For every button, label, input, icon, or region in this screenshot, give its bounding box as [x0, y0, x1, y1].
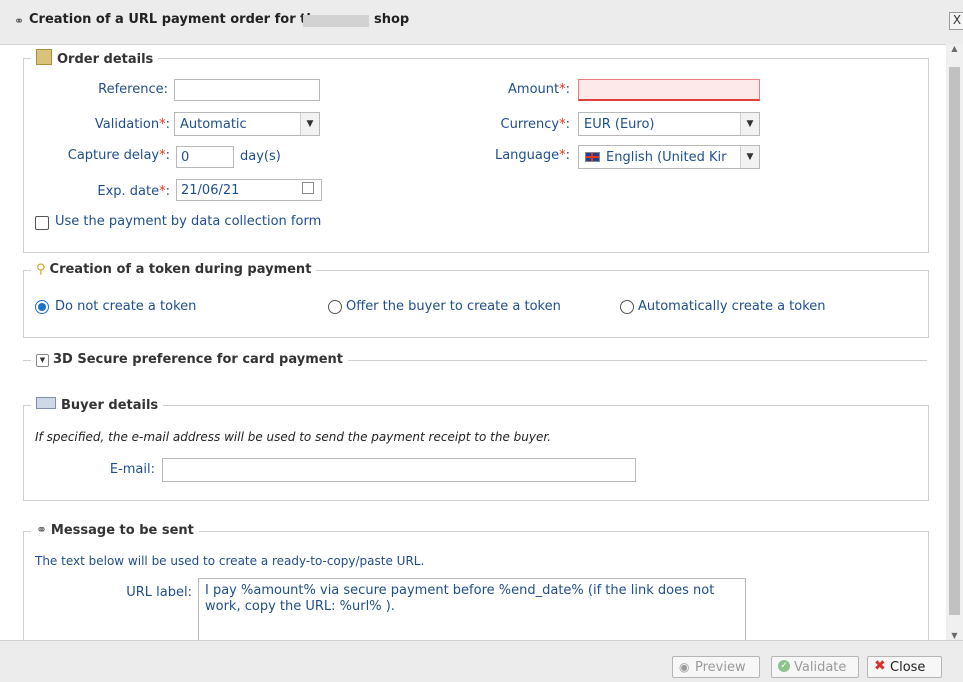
currency-label: Currency*: — [500, 117, 570, 132]
chevron-down-icon: ▼ — [740, 146, 759, 168]
chevron-down-icon: ▼ — [740, 113, 759, 135]
language-select[interactable]: English (United Kir ▼ — [578, 145, 760, 169]
close-button[interactable]: ✖ Close — [867, 656, 942, 678]
chevron-down-icon: ▼ — [36, 354, 49, 367]
reference-input[interactable] — [174, 79, 320, 101]
radio-offer-token[interactable] — [328, 300, 342, 314]
dialog-title: Creation of a URL payment order for the — [29, 12, 325, 27]
buyer-note: If specified, the e-mail address will be… — [35, 430, 552, 444]
validation-label: Validation*: — [94, 117, 170, 132]
message-legend: ⚭ Message to be sent — [31, 523, 199, 538]
currency-select[interactable]: EUR (Euro) ▼ — [578, 112, 760, 136]
language-label: Language*: — [494, 148, 570, 163]
reference-label: Reference: — [98, 82, 168, 97]
amount-label: Amount*: — [508, 82, 570, 97]
scroll-up-arrow-icon[interactable]: ▲ — [946, 44, 963, 53]
url-label-label: URL label: — [126, 585, 192, 600]
dialog-title-suffix: shop — [374, 12, 410, 27]
data-collection-form-checkbox[interactable] — [35, 216, 49, 230]
exp-date-input[interactable] — [176, 179, 322, 201]
radio-auto-token[interactable] — [620, 300, 634, 314]
secure3d-legend[interactable]: ▼ 3D Secure preference for card payment — [31, 352, 349, 367]
close-icon: ✖ — [874, 658, 886, 674]
scroll-down-arrow-icon[interactable]: ▼ — [946, 631, 963, 640]
radio-auto-token-label: Automatically create a token — [638, 299, 826, 314]
exp-date-label: Exp. date*: — [97, 184, 170, 199]
capture-delay-label: Capture delay*: — [67, 148, 170, 163]
validate-button[interactable]: ✓ Validate — [771, 656, 859, 678]
calendar-icon[interactable] — [302, 182, 314, 194]
link-icon: ⚭ — [36, 523, 47, 538]
notepad-icon — [36, 49, 52, 65]
dialog-titlebar: ⚭ Creation of a URL payment order for th… — [0, 0, 963, 45]
uk-flag-icon — [585, 152, 600, 162]
buyer-fieldset — [23, 405, 929, 501]
order-details-legend: Order details — [31, 49, 159, 67]
link-icon: ⚭ — [14, 14, 25, 28]
eye-icon: ◉ — [679, 660, 690, 674]
chevron-down-icon: ▼ — [300, 113, 319, 135]
radio-no-token-label: Do not create a token — [55, 299, 197, 314]
shop-name-redacted — [303, 15, 369, 27]
buyer-legend: Buyer details — [31, 397, 164, 413]
amount-input[interactable] — [578, 79, 760, 101]
dialog-content: Order details Reference: Amount*: Valida… — [0, 44, 946, 640]
url-label-textarea[interactable]: I pay %amount% via secure payment before… — [198, 578, 746, 640]
contact-card-icon — [36, 397, 56, 409]
capture-delay-unit: day(s) — [240, 149, 281, 164]
radio-no-token[interactable] — [35, 300, 49, 314]
dialog-footer: ◉ Preview ✓ Validate ✖ Close — [0, 640, 963, 682]
scrollbar-thumb[interactable] — [949, 67, 960, 615]
token-legend: ⚲ Creation of a token during payment — [31, 262, 317, 277]
message-note: The text below will be used to create a … — [35, 554, 425, 568]
preview-button[interactable]: ◉ Preview — [672, 656, 760, 678]
radio-offer-token-label: Offer the buyer to create a token — [346, 299, 561, 314]
key-icon: ⚲ — [36, 262, 46, 277]
capture-delay-input[interactable] — [176, 146, 234, 168]
validation-select[interactable]: Automatic ▼ — [174, 112, 320, 136]
window-close-button[interactable]: X — [949, 12, 963, 30]
email-input[interactable] — [162, 458, 636, 482]
email-label: E-mail: — [109, 462, 155, 477]
data-collection-form-label: Use the payment by data collection form — [55, 214, 322, 229]
vertical-scrollbar[interactable]: ▲ ▼ — [946, 44, 963, 640]
checkmark-icon: ✓ — [778, 660, 790, 672]
